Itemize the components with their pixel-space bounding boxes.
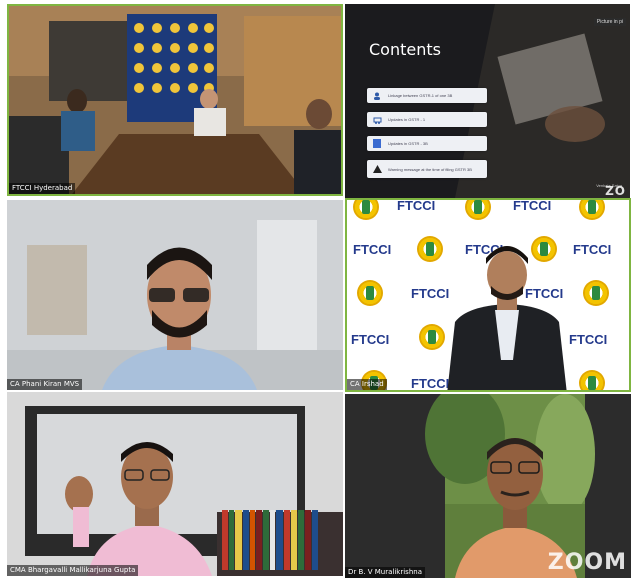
participant-name: CA Irshad bbox=[347, 379, 387, 390]
participant-name: Dr B. V Muralikrishna bbox=[345, 567, 425, 578]
participant-name: CMA Bhargavalli Mallikarjuna Gupta bbox=[7, 565, 139, 576]
video-tile-ftcci-hyderabad[interactable]: FTCCI Hyderabad bbox=[7, 4, 343, 196]
video-tile-screen-share[interactable]: Picture in pi Contents Linkage between G… bbox=[345, 4, 630, 198]
toc-item: Updates in GSTR - 1 bbox=[367, 112, 487, 127]
toc-item: Updates in GSTR - 3B bbox=[367, 136, 487, 151]
participant-video bbox=[447, 246, 567, 390]
participant-video bbox=[7, 392, 343, 576]
zoom-watermark: ZOOM bbox=[547, 550, 627, 575]
picture-in-picture-label: Picture in pi bbox=[593, 18, 626, 26]
zoom-watermark: ZO bbox=[605, 184, 626, 198]
video-tile-muralikrishna[interactable]: Dr B. V Muralikrishna ZOOM bbox=[345, 394, 631, 578]
participant-video bbox=[7, 200, 343, 390]
conference-room-video bbox=[9, 6, 341, 194]
slide-title: Contents bbox=[369, 40, 441, 59]
video-tile-phani-kiran[interactable]: CA Phani Kiran MVS bbox=[7, 200, 343, 390]
user-icon bbox=[372, 91, 382, 101]
document-icon bbox=[372, 139, 382, 149]
video-tile-bhargavalli[interactable]: CMA Bhargavalli Mallikarjuna Gupta bbox=[7, 392, 343, 576]
toc-item: Linkage between GSTR-1 of one 3B bbox=[367, 88, 487, 103]
video-tile-irshad[interactable]: FTCCI FTCCI FTCCI FTCCI FTCCI FTCCI FTCC… bbox=[345, 198, 631, 392]
warning-icon bbox=[372, 164, 382, 174]
toc-item: Warning message at the time of filing GS… bbox=[367, 160, 487, 178]
car-icon bbox=[372, 115, 382, 125]
participant-name: CA Phani Kiran MVS bbox=[7, 379, 83, 390]
participant-name: FTCCI Hyderabad bbox=[9, 183, 76, 194]
